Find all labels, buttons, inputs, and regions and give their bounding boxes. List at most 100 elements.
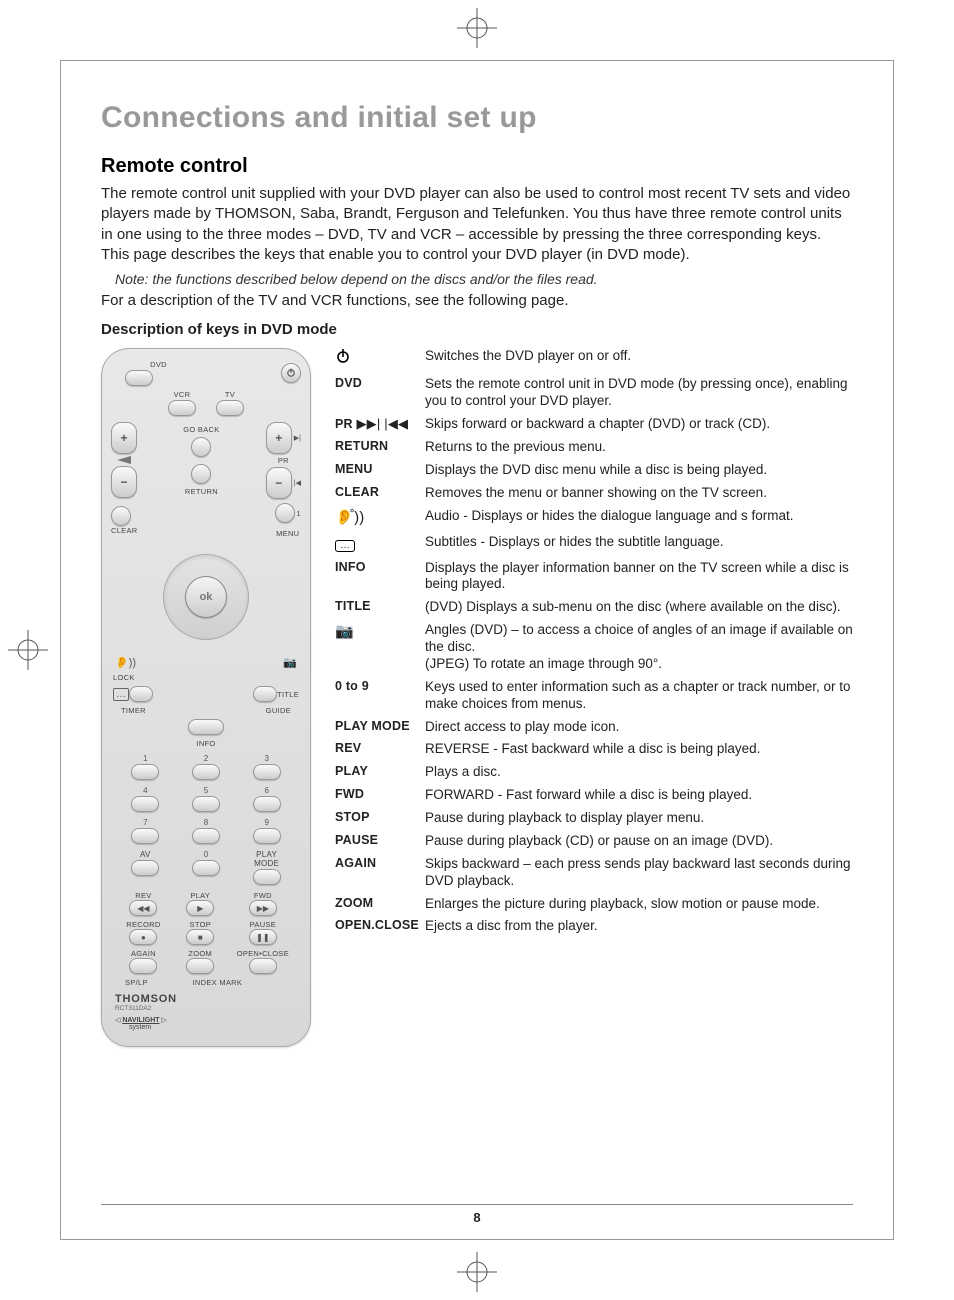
remote-brand: THOMSON xyxy=(115,993,301,1005)
key-description-table: Switches the DVD player on or off. DVDSet… xyxy=(335,348,853,1047)
key-description: Ejects a disc from the player. xyxy=(425,918,853,935)
page-frame: Connections and initial set up Remote co… xyxy=(60,60,894,1240)
key-row: INFODisplays the player information bann… xyxy=(335,560,853,594)
remote-label-pause: PAUSE xyxy=(250,920,276,929)
key-description: Displays the player information banner o… xyxy=(425,560,853,594)
key-row: 👂゚))Audio - Displays or hides the dialog… xyxy=(335,508,853,528)
remote-pr-down: − xyxy=(266,467,292,499)
remote-label-clear: CLEAR xyxy=(111,526,138,535)
remote-return-button xyxy=(191,464,211,484)
remote-digit-3 xyxy=(253,764,281,780)
remote-vol-down: − xyxy=(111,466,137,498)
key-description: Direct access to play mode icon. xyxy=(425,719,853,736)
remote-label-again: AGAIN xyxy=(131,949,156,958)
remote-label-menu: MENU xyxy=(275,529,301,538)
description-heading: Description of keys in DVD mode xyxy=(101,321,853,338)
remote-label-zoom: ZOOM xyxy=(188,949,212,958)
remote-label-tv: TV xyxy=(216,390,244,399)
followup-line: For a description of the TV and VCR func… xyxy=(101,291,853,311)
key-description: Enlarges the picture during playback, sl… xyxy=(425,896,853,913)
key-name: PR ▶▶| |◀◀ xyxy=(335,416,425,433)
remote-label-indexmark: INDEX MARK xyxy=(193,978,243,987)
key-name: STOP xyxy=(335,810,425,827)
key-row: DVDSets the remote control unit in DVD m… xyxy=(335,376,853,410)
key-row: AGAINSkips backward – each press sends p… xyxy=(335,856,853,890)
key-description: Switches the DVD player on or off. xyxy=(425,348,853,370)
remote-pause-button: ❚❚ xyxy=(249,929,277,945)
remote-digit-6 xyxy=(253,796,281,812)
remote-record-button: ● xyxy=(129,929,157,945)
volume-icon xyxy=(117,456,131,464)
key-name: MENU xyxy=(335,462,425,479)
angle-icon: 📷 xyxy=(283,656,297,669)
remote-digit-9 xyxy=(253,828,281,844)
remote-label-vcr: VCR xyxy=(168,390,196,399)
key-name: 0 to 9 xyxy=(335,679,425,713)
remote-digit-1 xyxy=(131,764,159,780)
remote-label-pr: PR xyxy=(278,456,289,465)
remote-label-play: PLAY xyxy=(190,891,210,900)
remote-label-openclose: OPEN•CLOSE xyxy=(237,949,289,958)
remote-label-stop: STOP xyxy=(190,920,211,929)
remote-rev-button: ◀◀ xyxy=(129,900,157,916)
key-row: 0 to 9Keys used to enter information suc… xyxy=(335,679,853,713)
key-row: PLAY MODEDirect access to play mode icon… xyxy=(335,719,853,736)
key-description: Angles (DVD) – to access a choice of ang… xyxy=(425,622,853,673)
page-number: 8 xyxy=(473,1210,480,1225)
remote-digit-5 xyxy=(192,796,220,812)
intro-paragraph: The remote control unit supplied with yo… xyxy=(101,184,853,265)
key-description: (DVD) Displays a sub-menu on the disc (w… xyxy=(425,599,853,616)
remote-label-0: 0 xyxy=(204,850,208,859)
remote-digit-7 xyxy=(131,828,159,844)
remote-digit-1-side xyxy=(275,503,295,523)
key-row: TITLE(DVD) Displays a sub-menu on the di… xyxy=(335,599,853,616)
key-description: Skips backward – each press sends play b… xyxy=(425,856,853,890)
subtitle-icon: … xyxy=(113,688,129,701)
key-description: Removes the menu or banner showing on th… xyxy=(425,485,853,502)
remote-play-button: ▶ xyxy=(186,900,214,916)
remote-fwd-button: ▶▶ xyxy=(249,900,277,916)
remote-zoom-button xyxy=(186,958,214,974)
remote-again-button xyxy=(129,958,157,974)
footer-rule xyxy=(101,1204,853,1205)
key-name: PLAY MODE xyxy=(335,719,425,736)
subheading-remote-control: Remote control xyxy=(101,155,853,178)
remote-playmode-button xyxy=(253,869,281,885)
key-row: RETURNReturns to the previous menu. xyxy=(335,439,853,456)
skip-fwd-icon: ▶| xyxy=(294,434,301,442)
remote-ok-button: ok xyxy=(185,576,227,618)
key-name: OPEN.CLOSE xyxy=(335,918,425,935)
key-description: Pause during playback to display player … xyxy=(425,810,853,827)
remote-goback-button xyxy=(191,437,211,457)
key-row: FWDFORWARD - Fast forward while a disc i… xyxy=(335,787,853,804)
audio-icon: 👂゚)) xyxy=(335,508,425,528)
remote-nav-pad: ok xyxy=(151,542,261,652)
remote-label-splp: SP/LP xyxy=(125,978,148,987)
key-description: Skips forward or backward a chapter (DVD… xyxy=(425,416,853,433)
key-description: Displays the DVD disc menu while a disc … xyxy=(425,462,853,479)
remote-stop-button: ■ xyxy=(186,929,214,945)
remote-illustration: DVD VCR TV xyxy=(101,348,311,1047)
key-name: CLEAR xyxy=(335,485,425,502)
key-row: MENUDisplays the DVD disc menu while a d… xyxy=(335,462,853,479)
remote-digit-4 xyxy=(131,796,159,812)
remote-vol-up: + xyxy=(111,422,137,454)
remote-clear-button xyxy=(111,506,131,526)
remote-digit-0 xyxy=(192,860,220,876)
key-name: PLAY xyxy=(335,764,425,781)
remote-pr-up: + xyxy=(266,422,292,454)
note-line: Note: the functions described below depe… xyxy=(115,271,853,287)
remote-info-button xyxy=(188,719,224,735)
angle-icon: 📷 xyxy=(335,622,425,673)
key-name: PAUSE xyxy=(335,833,425,850)
key-description: Keys used to enter information such as a… xyxy=(425,679,853,713)
remote-label-playmode: PLAY MODE xyxy=(244,850,289,868)
skip-back-icon: |◀ xyxy=(294,479,301,487)
remote-label-1: 1 xyxy=(297,509,301,518)
crop-mark-left xyxy=(8,630,48,670)
remote-label-record: RECORD xyxy=(126,920,160,929)
key-name: INFO xyxy=(335,560,425,594)
key-name: TITLE xyxy=(335,599,425,616)
key-description: FORWARD - Fast forward while a disc is b… xyxy=(425,787,853,804)
key-description: Audio - Displays or hides the dialogue l… xyxy=(425,508,853,528)
